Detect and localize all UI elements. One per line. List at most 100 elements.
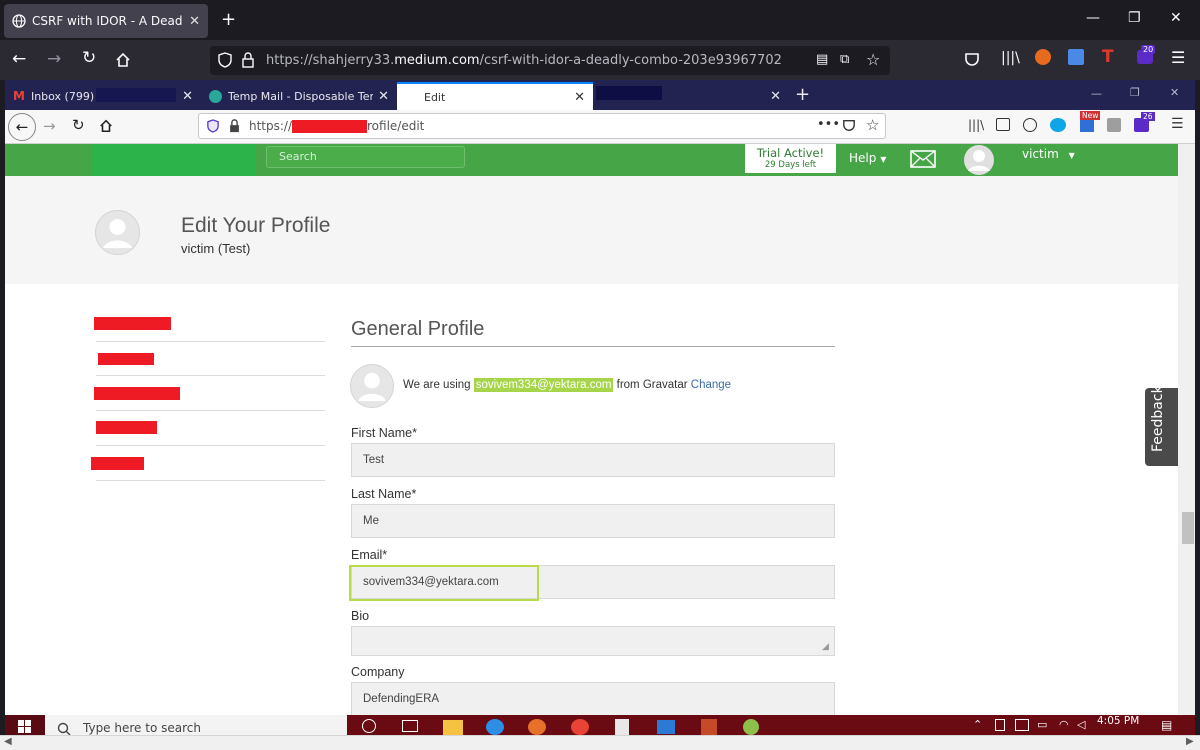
tray-chevron-icon[interactable]: ⌃ (973, 718, 982, 731)
reload-icon[interactable]: ↻ (82, 48, 96, 68)
gravatar-suffix: from Gravatar (616, 379, 688, 391)
help-menu-button[interactable]: Help ▼ (849, 151, 886, 165)
resize-handle-icon[interactable]: ◢ (822, 642, 829, 652)
minimize-icon[interactable]: — (1086, 10, 1100, 26)
taskbar-search-input[interactable]: Type here to search (45, 715, 347, 735)
new-tab-icon[interactable]: + (795, 84, 810, 105)
sidebar-item-redacted[interactable] (91, 457, 144, 470)
inner-tab-edit[interactable]: Edit ✕ (397, 82, 593, 110)
edge-icon[interactable] (486, 719, 504, 735)
outer-url-bar[interactable]: https://shahjerry33. medium.com/csrf-with… (210, 46, 890, 75)
extension-icon[interactable] (1035, 49, 1051, 65)
bio-textarea[interactable] (351, 626, 835, 656)
close-tab-icon[interactable]: ✕ (770, 89, 781, 104)
horizontal-scrollbar[interactable]: ◀ ▶ (0, 735, 1200, 750)
inner-url-bar[interactable]: https:// rofile/edit ••• ☆ (198, 113, 886, 139)
new-tab-icon[interactable]: + (221, 9, 236, 30)
account-icon[interactable] (1023, 118, 1037, 132)
mail-icon[interactable] (910, 150, 936, 168)
sidebar-toggle-icon[interactable] (996, 118, 1010, 131)
company-input[interactable]: DefendingERA (351, 682, 835, 715)
gravatar-notice: We are using sovivem334@yektara.com from… (403, 378, 731, 392)
minimize-icon[interactable]: — (1091, 87, 1102, 100)
pocket-icon[interactable] (842, 119, 856, 132)
pocket-icon[interactable] (964, 52, 980, 67)
page-actions-icon[interactable]: ••• (817, 117, 840, 132)
taskbar-clock[interactable]: 4:05 PM (1097, 715, 1139, 727)
menu-icon[interactable]: ☰ (1171, 116, 1184, 132)
file-explorer-icon[interactable] (443, 720, 463, 735)
paint-icon[interactable] (743, 719, 759, 735)
site-logo[interactable] (91, 144, 256, 176)
home-icon[interactable] (115, 52, 131, 68)
tray-icon[interactable] (995, 719, 1005, 731)
search-input[interactable]: Search (266, 146, 465, 168)
battery-icon[interactable]: ▭ (1037, 718, 1047, 731)
sidebar-item-redacted[interactable] (98, 353, 154, 365)
translate-icon[interactable] (1068, 49, 1084, 65)
extension-icon[interactable] (1050, 118, 1066, 132)
tempmail-icon (209, 89, 222, 103)
inner-tab-label: Temp Mail - Disposable Tempo (228, 89, 373, 103)
close-tab-icon[interactable]: ✕ (189, 14, 200, 29)
help-label: Help (849, 151, 877, 165)
task-view-icon[interactable] (402, 720, 418, 732)
user-menu-button[interactable]: victim ▼ (1022, 147, 1075, 161)
gravatar-email: sovivem334@yektara.com (473, 378, 614, 392)
sidebar-item-redacted[interactable] (94, 317, 171, 330)
library-icon[interactable]: |||\ (1001, 50, 1020, 66)
mail-app-icon[interactable] (657, 720, 675, 734)
bookmark-star-icon[interactable]: ☆ (866, 116, 879, 134)
sidebar-item-redacted[interactable] (94, 387, 180, 400)
firefox-icon[interactable] (528, 719, 546, 735)
chrome-icon[interactable] (571, 719, 589, 735)
scroll-right-icon[interactable]: ▶ (1186, 736, 1194, 747)
burp-icon[interactable] (701, 719, 717, 735)
close-window-icon[interactable]: ✕ (1170, 86, 1179, 99)
feedback-label: Feedback (1150, 385, 1166, 452)
first-name-input[interactable]: Test (351, 443, 835, 477)
cortana-icon[interactable] (362, 719, 376, 733)
sidebar-item-redacted[interactable] (96, 421, 157, 434)
page-scrollbar[interactable] (1178, 144, 1195, 715)
close-tab-icon[interactable]: ✕ (378, 89, 389, 104)
close-window-icon[interactable]: ✕ (1170, 10, 1182, 26)
user-avatar[interactable] (963, 145, 995, 175)
feedback-button[interactable]: Feedback (1145, 385, 1178, 466)
gravatar-change-link[interactable]: Change (691, 379, 731, 391)
t-extension-icon[interactable]: T (1102, 47, 1114, 67)
document-icon[interactable] (615, 719, 629, 735)
close-tab-icon[interactable]: ✕ (182, 89, 193, 104)
shield-icon (207, 119, 219, 133)
wifi-icon[interactable]: ◠ (1059, 718, 1069, 731)
reader-view-icon[interactable]: ▤ (816, 52, 828, 67)
forward-icon[interactable]: → (43, 117, 56, 135)
close-tab-icon[interactable]: ✕ (574, 90, 585, 105)
caret-down-icon: ▼ (1068, 151, 1075, 160)
back-icon[interactable]: ← (12, 49, 26, 69)
scroll-left-icon[interactable]: ◀ (4, 736, 12, 747)
inner-tab-tempmail[interactable]: Temp Mail - Disposable Tempo ✕ (201, 82, 397, 110)
redaction-bar (96, 88, 176, 102)
extension-icon[interactable] (1080, 118, 1094, 132)
home-icon[interactable] (99, 119, 113, 133)
reload-icon[interactable]: ↻ (72, 116, 85, 134)
notifications-icon[interactable]: ▤ (1161, 718, 1172, 732)
tray-icon[interactable] (1015, 719, 1029, 731)
sidebar-divider (96, 445, 325, 446)
restore-icon[interactable]: ❐ (1128, 10, 1141, 26)
back-icon[interactable]: ← (8, 113, 36, 141)
scrollbar-thumb[interactable] (1182, 512, 1194, 544)
forward-icon[interactable]: → (47, 49, 61, 69)
bookmark-star-icon[interactable]: ☆ (866, 50, 880, 69)
last-name-input[interactable]: Me (351, 504, 835, 538)
outer-tab-active[interactable]: CSRF with IDOR - A Deadly Com ✕ (4, 4, 208, 38)
translate-page-icon[interactable]: ⧉ (840, 52, 849, 67)
trial-badge[interactable]: Trial Active! 29 Days left (745, 144, 836, 173)
extension-icon[interactable] (1107, 118, 1121, 132)
volume-icon[interactable]: ◁ (1077, 718, 1085, 731)
start-button[interactable] (5, 715, 45, 735)
library-icon[interactable]: |||\ (968, 118, 984, 132)
restore-icon[interactable]: ❐ (1130, 86, 1140, 99)
menu-icon[interactable]: ☰ (1171, 48, 1185, 67)
